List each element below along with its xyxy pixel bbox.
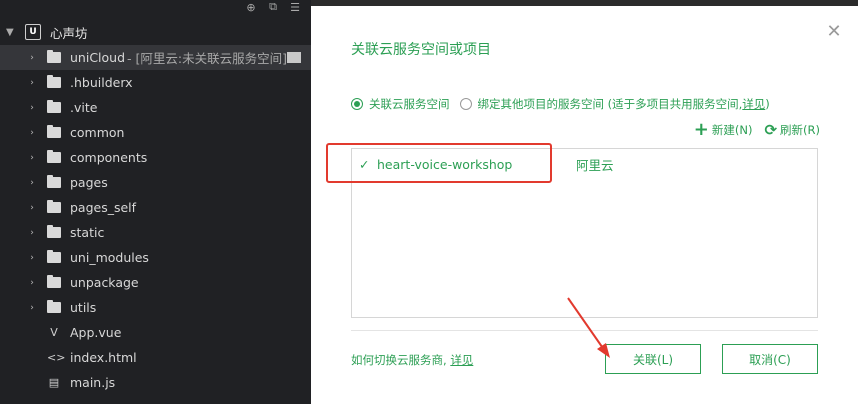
dialog-title: 关联云服务空间或项目 <box>351 42 491 58</box>
tree-item-name: index.html <box>70 350 137 365</box>
chevron-right-icon[interactable]: › <box>26 128 38 138</box>
chevron-right-icon[interactable]: › <box>26 228 38 238</box>
chevron-right-icon[interactable]: › <box>26 53 38 63</box>
js-file-icon: ▤ <box>48 376 60 389</box>
plus-icon: + <box>693 119 709 140</box>
folder-icon <box>47 50 61 63</box>
details-link[interactable]: 详见 <box>742 96 765 112</box>
radio-bind-other-project-option[interactable]: 绑定其他项目的服务空间 (适于多项目共用服务空间, 详见 ) <box>459 96 770 112</box>
radio-bind-other-project-label[interactable]: 绑定其他项目的服务空间 (适于多项目共用服务空间, <box>478 96 743 112</box>
divider <box>351 330 818 331</box>
radio-bind-other-project[interactable] <box>459 98 472 110</box>
folder-icon <box>47 225 61 238</box>
tree-item[interactable]: <> index.html <box>0 345 311 370</box>
vue-file-icon: V <box>50 326 58 339</box>
tree-item-name: pages <box>70 175 108 190</box>
tree-item[interactable]: › common <box>0 120 311 145</box>
refresh-label: 刷新(R) <box>780 123 820 137</box>
file-tree: › uniCloud - [阿里云:未关联云服务空间] › .hbuilderx › .vi… <box>0 45 311 395</box>
folder-icon <box>47 175 61 188</box>
tree-item-name: .hbuilderx <box>70 75 133 90</box>
switch-provider-help-text: 如何切换云服务商, <box>351 353 447 367</box>
tree-item-name: pages_self <box>70 200 137 215</box>
tree-item[interactable]: › uni_modules <box>0 245 311 270</box>
refresh-button[interactable]: ⟳ 刷新(R) <box>764 122 820 138</box>
project-explorer: ⊕ ⧉ ☰ ▼ U 心声坊 › uniCloud - [阿里云:未关联云服务空间] ›… <box>0 0 311 404</box>
tree-item[interactable]: › .vite <box>0 95 311 120</box>
folder-icon <box>47 300 61 313</box>
link-mode-radio-group: 关联云服务空间 绑定其他项目的服务空间 (适于多项目共用服务空间, 详见 ) <box>351 96 770 112</box>
tree-item[interactable]: › .hbuilderx <box>0 70 311 95</box>
tree-item[interactable]: › components <box>0 145 311 170</box>
tree-item-name: main.js <box>70 375 116 390</box>
chevron-right-icon[interactable]: › <box>26 203 38 213</box>
tree-item-name: unpackage <box>70 275 139 290</box>
tree-item-name: uniCloud <box>70 50 126 65</box>
tree-item-hint: - [阿里云:未关联云服务空间] <box>127 51 287 66</box>
link-cloud-space-dialog: ✕ 关联云服务空间或项目 关联云服务空间 绑定其他项目的服务空间 (适于多项目共… <box>311 6 858 404</box>
chevron-right-icon[interactable]: › <box>26 78 38 88</box>
close-icon[interactable]: ✕ <box>826 23 842 41</box>
explorer-toolbar: ⊕ ⧉ ☰ <box>244 0 302 18</box>
tree-item-name: App.vue <box>70 325 122 340</box>
tree-item[interactable]: › pages_self <box>0 195 311 220</box>
project-root[interactable]: ▼ U 心声坊 <box>0 20 311 44</box>
radio-link-space-label[interactable]: 关联云服务空间 <box>369 96 450 112</box>
chevron-right-icon[interactable]: › <box>26 253 38 263</box>
folder-icon <box>47 250 61 263</box>
annotation-highlight-box <box>326 143 552 183</box>
tree-item[interactable]: › utils <box>0 295 311 320</box>
tree-item-name: static <box>70 225 105 240</box>
chevron-right-icon[interactable]: › <box>26 153 38 163</box>
cloud-space-provider: 阿里云 <box>576 157 614 173</box>
tree-item-name: components <box>70 150 148 165</box>
folder-icon <box>47 125 61 138</box>
target-icon[interactable]: ⊕ <box>244 0 258 14</box>
switch-provider-details-link[interactable]: 详见 <box>450 353 473 367</box>
folder-icon <box>47 100 61 113</box>
chevron-right-icon[interactable]: › <box>26 303 38 313</box>
cancel-button[interactable]: 取消(C) <box>722 344 818 374</box>
link-button[interactable]: 关联(L) <box>605 344 701 374</box>
list-actions: + 新建(N) ⟳ 刷新(R) <box>693 119 820 140</box>
chevron-right-icon[interactable]: › <box>26 178 38 188</box>
menu-icon[interactable]: ☰ <box>288 0 302 14</box>
tree-item[interactable]: › static <box>0 220 311 245</box>
tree-item[interactable]: V App.vue <box>0 320 311 345</box>
uni-app-project-icon: U <box>25 24 41 40</box>
folder-icon <box>47 150 61 163</box>
tree-item-name: utils <box>70 300 97 315</box>
tree-item-name: .vite <box>70 100 98 115</box>
radio-link-space[interactable] <box>351 98 363 110</box>
tree-item[interactable]: › pages <box>0 170 311 195</box>
project-name: 心声坊 <box>50 25 88 41</box>
new-space-label: 新建(N) <box>711 123 753 137</box>
tree-item-name: common <box>70 125 125 140</box>
folder-icon <box>47 75 61 88</box>
tree-item[interactable]: › uniCloud - [阿里云:未关联云服务空间] <box>0 45 311 70</box>
tree-item-name: uni_modules <box>70 250 149 265</box>
switch-provider-help: 如何切换云服务商, 详见 <box>351 352 473 368</box>
radio-bind-other-project-label-end: ) <box>765 97 770 111</box>
chevron-right-icon[interactable]: › <box>26 278 38 288</box>
folder-icon <box>47 200 61 213</box>
folder-icon <box>47 275 61 288</box>
html-file-icon: <> <box>47 351 66 364</box>
chevron-right-icon[interactable]: › <box>26 103 38 113</box>
refresh-icon: ⟳ <box>764 121 778 139</box>
folder-icon <box>287 52 301 63</box>
tree-item[interactable]: ▤ main.js <box>0 370 311 395</box>
tree-item[interactable]: › unpackage <box>0 270 311 295</box>
collapse-icon[interactable]: ⧉ <box>266 0 280 14</box>
new-space-button[interactable]: + 新建(N) <box>693 119 753 140</box>
chevron-down-icon[interactable]: ▼ <box>6 27 16 38</box>
